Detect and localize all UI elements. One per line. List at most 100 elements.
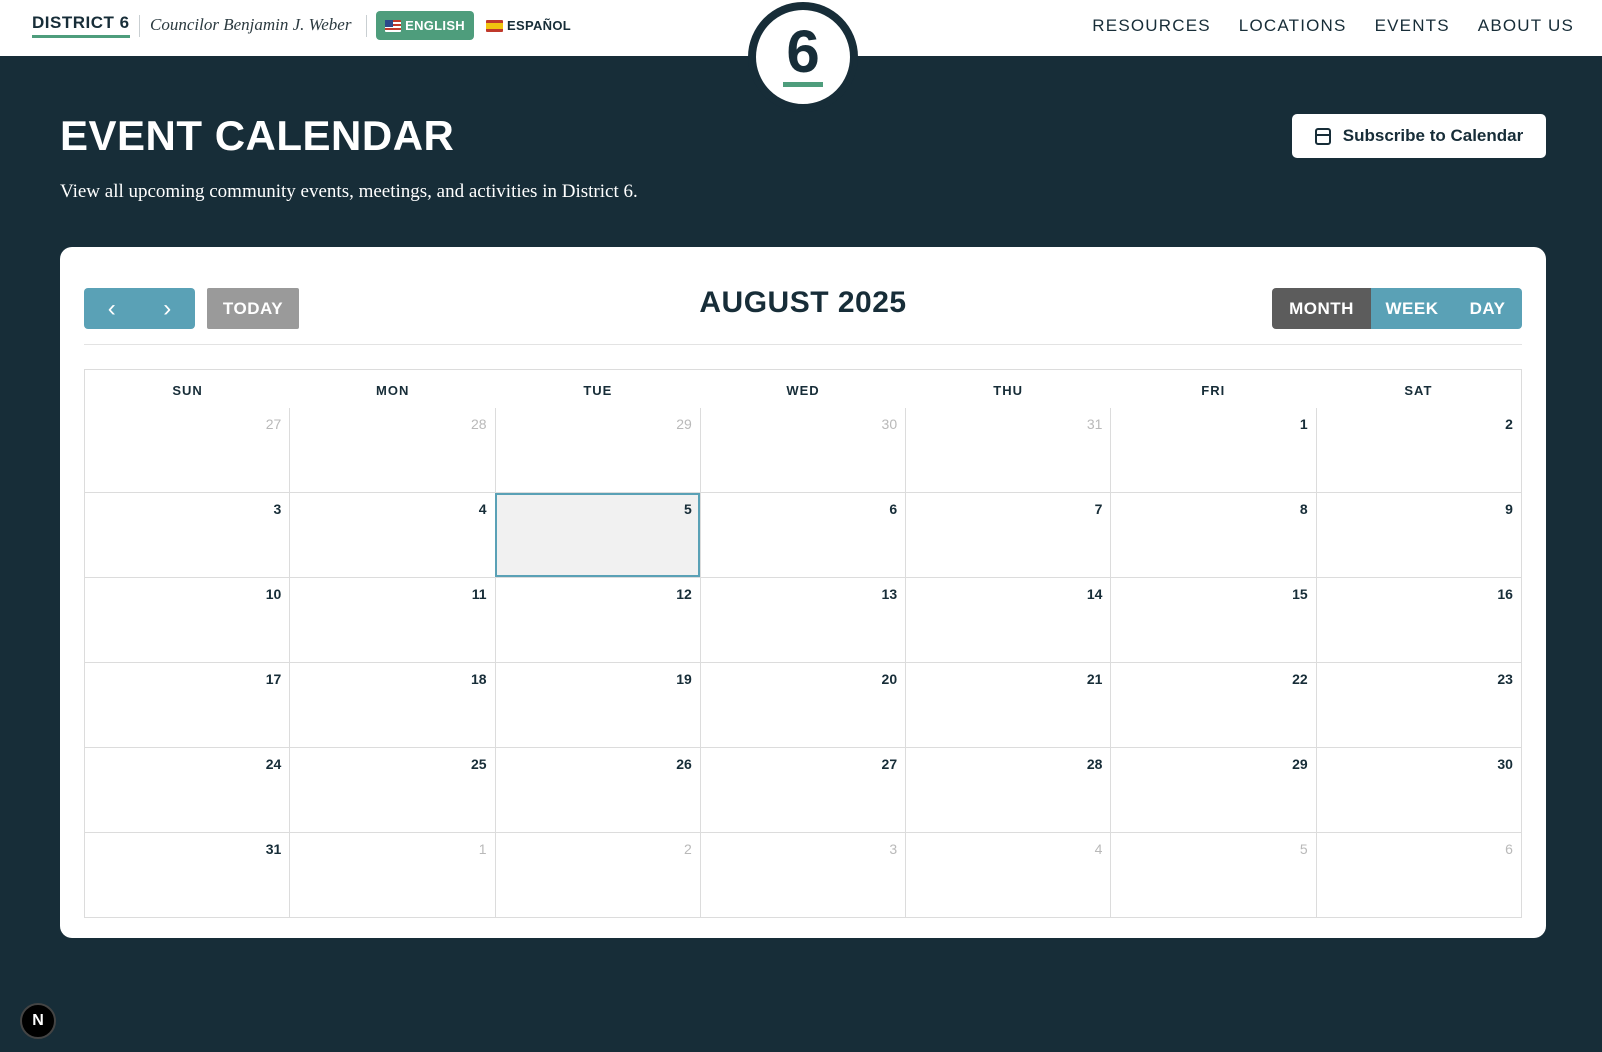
day-number: 21 — [1086, 671, 1103, 687]
day-cell[interactable]: 24 — [85, 748, 289, 832]
day-cell[interactable]: 1 — [1110, 408, 1315, 492]
day-cell[interactable]: 30 — [699, 408, 905, 492]
day-cell[interactable]: 2 — [1315, 408, 1521, 492]
day-number: 14 — [1086, 586, 1103, 602]
day-cell[interactable]: 29 — [494, 408, 700, 492]
day-cell[interactable]: 31 — [905, 408, 1110, 492]
nav-about-us[interactable]: ABOUT US — [1478, 16, 1574, 36]
day-number: 7 — [1094, 501, 1103, 517]
day-cell[interactable]: 6 — [699, 493, 905, 577]
day-number: 6 — [889, 501, 898, 517]
language-label: ESPAÑOL — [507, 18, 571, 33]
day-cell[interactable]: 12 — [494, 578, 700, 662]
day-cell[interactable]: 3 — [699, 833, 905, 917]
weekday-header: TUE — [583, 383, 613, 398]
day-number: 28 — [1086, 756, 1103, 772]
week-row: 17 18 19 20 21 22 23 — [85, 662, 1521, 747]
day-cell[interactable]: 19 — [494, 663, 700, 747]
day-cell[interactable]: 7 — [905, 493, 1110, 577]
view-month-button[interactable]: MONTH — [1272, 288, 1371, 329]
day-cell[interactable]: 29 — [1110, 748, 1315, 832]
nav-resources[interactable]: RESOURCES — [1092, 16, 1211, 36]
day-cell[interactable]: 22 — [1110, 663, 1315, 747]
day-number: 24 — [265, 756, 282, 772]
page-title: EVENT CALENDAR — [60, 112, 455, 159]
day-cell[interactable]: 6 — [1315, 833, 1521, 917]
day-cell[interactable]: 21 — [905, 663, 1110, 747]
subscribe-calendar-button[interactable]: Subscribe to Calendar — [1292, 114, 1546, 158]
nav-events[interactable]: EVENTS — [1375, 16, 1450, 36]
day-number: 28 — [470, 416, 487, 432]
day-cell[interactable]: 13 — [699, 578, 905, 662]
nav-locations[interactable]: LOCATIONS — [1239, 16, 1347, 36]
day-cell[interactable]: 27 — [699, 748, 905, 832]
day-number: 6 — [1505, 841, 1513, 857]
day-cell[interactable]: 9 — [1315, 493, 1521, 577]
day-cell[interactable]: 23 — [1315, 663, 1521, 747]
day-number: 22 — [1292, 671, 1308, 687]
week-row: 31 1 2 3 4 5 6 — [85, 832, 1521, 917]
day-cell[interactable]: 28 — [289, 408, 494, 492]
day-cell[interactable]: 10 — [85, 578, 289, 662]
day-cell[interactable]: 4 — [905, 833, 1110, 917]
day-number: 15 — [1292, 586, 1308, 602]
day-cell[interactable]: 30 — [1315, 748, 1521, 832]
day-number: 27 — [265, 416, 282, 432]
day-cell[interactable]: 31 — [85, 833, 289, 917]
day-number: 19 — [676, 671, 692, 687]
day-number: 10 — [265, 586, 282, 602]
day-number: 29 — [676, 416, 692, 432]
weekday-header: WED — [786, 383, 820, 398]
day-cell[interactable]: 16 — [1315, 578, 1521, 662]
day-cell[interactable]: 2 — [494, 833, 700, 917]
weekday-header: FRI — [1201, 383, 1226, 398]
day-number: 31 — [265, 841, 282, 857]
language-spanish-button[interactable]: ESPAÑOL — [482, 11, 582, 40]
day-cell[interactable]: 15 — [1110, 578, 1315, 662]
district-logo[interactable]: 6 — [753, 7, 853, 107]
day-cell[interactable]: 18 — [289, 663, 494, 747]
day-cell[interactable]: 8 — [1110, 493, 1315, 577]
month-grid: SUN MON TUE WED THU FRI SAT 27 28 29 30 31 1 2 3 4 5 6 7 8… — [84, 369, 1522, 918]
day-number: 26 — [676, 756, 692, 772]
day-number: 29 — [1292, 756, 1308, 772]
day-number: 1 — [478, 841, 487, 857]
day-number: 17 — [265, 671, 282, 687]
day-number: 30 — [1497, 756, 1513, 772]
day-cell[interactable]: 17 — [85, 663, 289, 747]
day-cell[interactable]: 4 — [289, 493, 494, 577]
day-cell[interactable]: 3 — [85, 493, 289, 577]
devtools-badge[interactable]: N — [20, 1003, 56, 1039]
weekday-header: MON — [376, 383, 410, 398]
district-brand-link[interactable]: DISTRICT 6 — [32, 13, 130, 38]
view-week-button[interactable]: WEEK — [1371, 288, 1453, 329]
day-number: 9 — [1505, 501, 1513, 517]
weekday-header: THU — [993, 383, 1023, 398]
calendar-card: ‹ › TODAY AUGUST 2025 MONTH WEEK DAY SUN… — [60, 247, 1546, 938]
view-day-button[interactable]: DAY — [1453, 288, 1522, 329]
main-nav: RESOURCES LOCATIONS EVENTS ABOUT US — [1092, 16, 1574, 36]
day-cell-today[interactable]: 5 — [494, 493, 700, 577]
language-english-button[interactable]: ENGLISH — [376, 11, 474, 40]
language-label: ENGLISH — [405, 18, 465, 33]
day-cell[interactable]: 27 — [85, 408, 289, 492]
day-cell[interactable]: 28 — [905, 748, 1110, 832]
day-cell[interactable]: 26 — [494, 748, 700, 832]
day-number: 3 — [273, 501, 282, 517]
view-switcher: MONTH WEEK DAY — [1272, 288, 1522, 329]
day-number: 12 — [676, 586, 692, 602]
day-number: 18 — [470, 671, 487, 687]
week-row: 10 11 12 13 14 15 16 — [85, 577, 1521, 662]
day-cell[interactable]: 14 — [905, 578, 1110, 662]
day-cell[interactable]: 20 — [699, 663, 905, 747]
spain-flag-icon — [486, 19, 503, 32]
header-divider — [366, 15, 367, 37]
day-cell[interactable]: 1 — [289, 833, 494, 917]
day-number: 4 — [478, 501, 487, 517]
day-number: 20 — [881, 671, 898, 687]
day-cell[interactable]: 11 — [289, 578, 494, 662]
day-number: 11 — [471, 586, 487, 602]
day-cell[interactable]: 25 — [289, 748, 494, 832]
day-cell[interactable]: 5 — [1110, 833, 1315, 917]
us-flag-icon — [385, 19, 402, 32]
